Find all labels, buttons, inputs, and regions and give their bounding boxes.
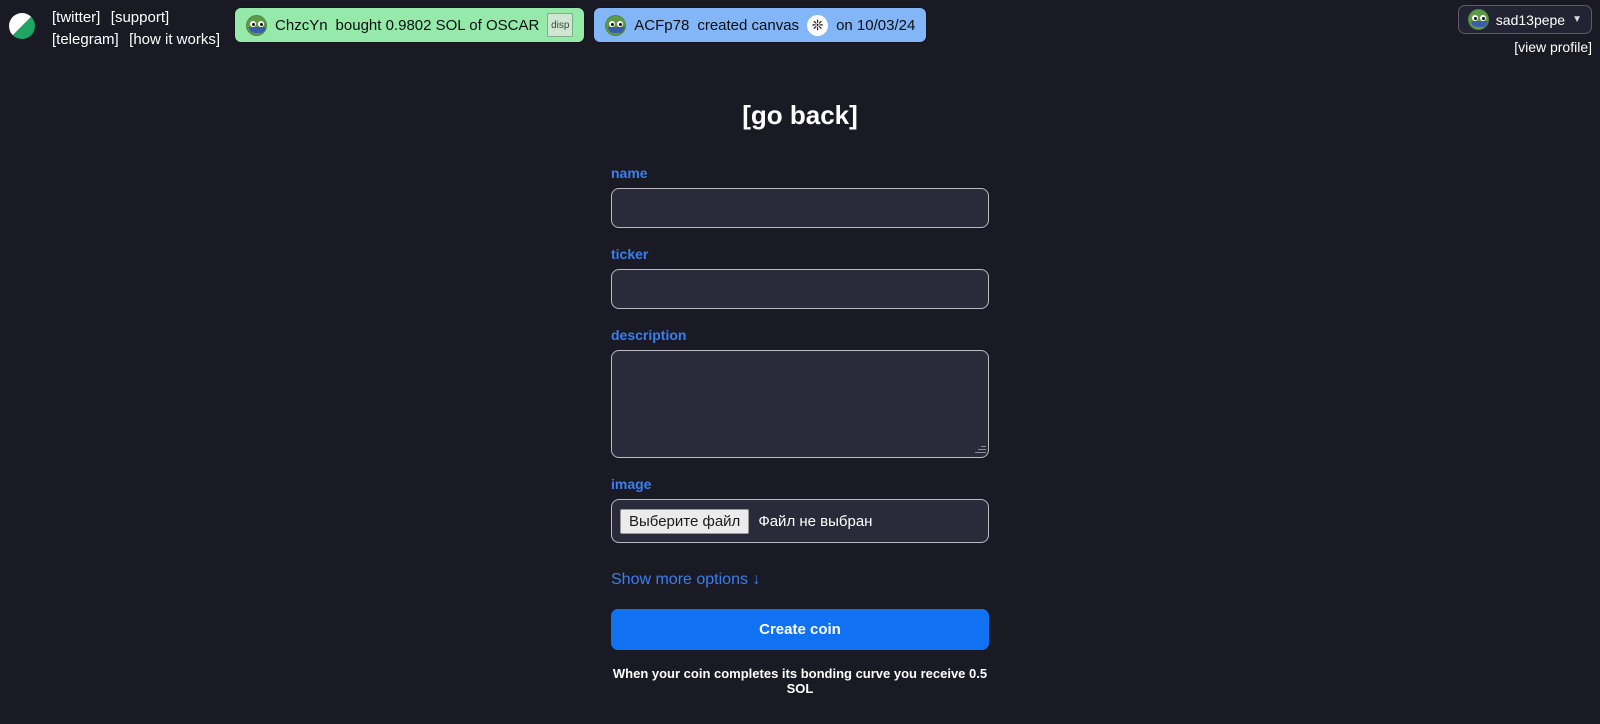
swirl-icon: ❊	[807, 14, 829, 36]
show-more-options-link[interactable]: Show more options ↓	[611, 571, 760, 589]
account-area: sad13pepe ▼ [view profile]	[1457, 5, 1592, 55]
description-input[interactable]	[611, 350, 989, 458]
create-coin-form: name ticker description image Выберите ф…	[611, 165, 989, 696]
nav-link-twitter[interactable]: [twitter]	[52, 9, 100, 26]
coin-thumbnail-icon: disp	[547, 13, 574, 37]
nav-link-how-it-works[interactable]: [how it works]	[129, 31, 220, 48]
field-name: name	[611, 165, 989, 228]
name-input[interactable]	[611, 188, 989, 228]
banner-action-text: bought 0.9802 SOL of OSCAR	[335, 16, 540, 34]
activity-banner-canvas[interactable]: ACFp78 created canvas ❊ on 10/03/24	[593, 7, 928, 43]
nav-link-telegram[interactable]: [telegram]	[52, 31, 119, 48]
banner-username: ChzcYn	[275, 16, 328, 34]
pepe-avatar-icon	[1467, 9, 1489, 30]
top-bar: [twitter] [support] [telegram] [how it w…	[0, 0, 1600, 55]
file-status-text: Файл не выбран	[758, 512, 873, 530]
nav-link-support[interactable]: [support]	[111, 9, 169, 26]
chevron-down-icon: ▼	[1572, 14, 1582, 25]
description-textarea-wrapper	[611, 350, 989, 458]
create-coin-button[interactable]: Create coin	[611, 609, 989, 650]
banner-username: ACFp78	[634, 16, 690, 34]
go-back-link[interactable]: [go back]	[742, 100, 858, 131]
activity-banners: ChzcYn bought 0.9802 SOL of OSCAR disp A…	[234, 4, 928, 43]
account-menu-button[interactable]: sad13pepe ▼	[1457, 5, 1592, 34]
field-image: image Выберите файл Файл не выбран	[611, 476, 989, 543]
main-content: [go back] name ticker description image …	[0, 50, 1600, 696]
banner-date: on 10/03/24	[836, 16, 916, 34]
ticker-input[interactable]	[611, 269, 989, 309]
activity-banner-buy[interactable]: ChzcYn bought 0.9802 SOL of OSCAR disp	[234, 7, 586, 43]
pepe-avatar-icon	[246, 14, 268, 36]
image-file-input[interactable]: Выберите файл Файл не выбран	[611, 499, 989, 543]
account-username: sad13pepe	[1495, 11, 1566, 28]
site-logo[interactable]	[2, 4, 42, 48]
ticker-label: ticker	[611, 246, 649, 262]
choose-file-button[interactable]: Выберите файл	[620, 508, 750, 534]
banner-action-text: created canvas	[697, 16, 800, 34]
bonding-curve-note: When your coin completes its bonding cur…	[612, 666, 988, 696]
description-label: description	[611, 327, 687, 343]
field-description: description	[611, 327, 989, 458]
pill-icon	[3, 7, 41, 45]
nav-row-two: [telegram] [how it works]	[52, 29, 226, 51]
pepe-avatar-icon	[605, 14, 627, 36]
view-profile-link[interactable]: [view profile]	[1458, 39, 1592, 55]
nav-links: [twitter] [support] [telegram] [how it w…	[52, 4, 226, 51]
field-ticker: ticker	[611, 246, 989, 309]
nav-row-one: [twitter] [support]	[52, 7, 226, 29]
name-label: name	[611, 165, 648, 181]
image-label: image	[611, 476, 652, 492]
